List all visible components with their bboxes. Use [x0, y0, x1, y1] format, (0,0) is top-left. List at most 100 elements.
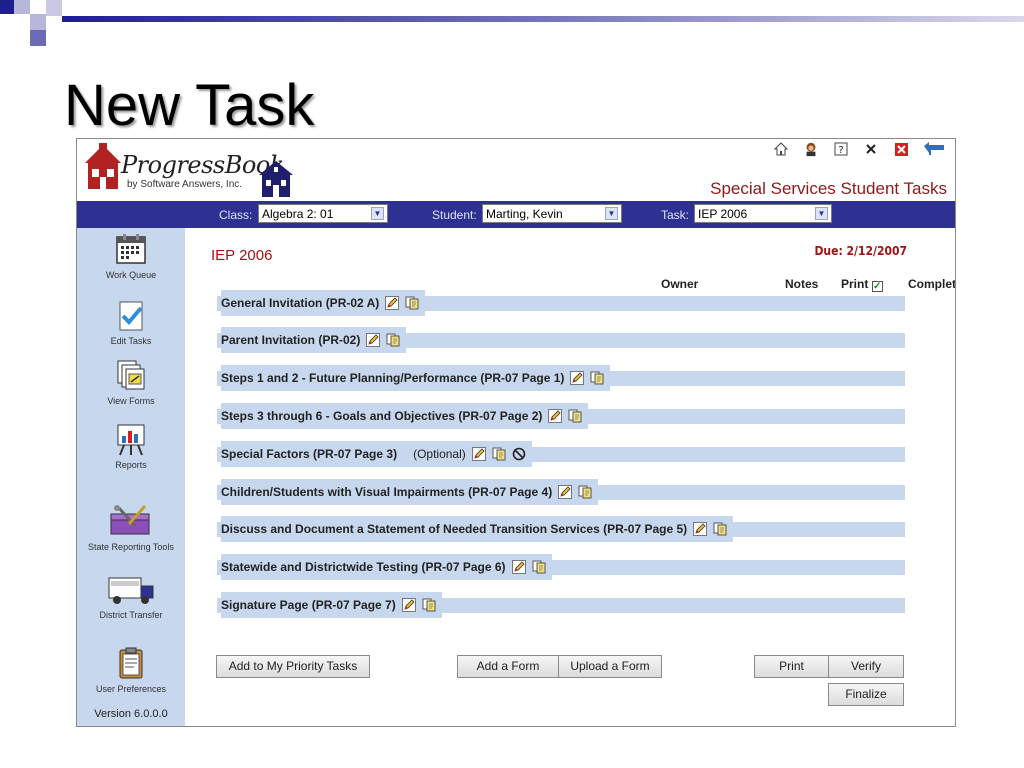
task-row-content: Parent Invitation (PR-02)	[221, 327, 407, 353]
finalize-button[interactable]: Finalize	[828, 683, 904, 706]
add-priority-tasks-button[interactable]: Add to My Priority Tasks	[216, 655, 370, 678]
task-row: Special Factors (PR-07 Page 3) (Optional)	[217, 441, 905, 467]
copy-document-icon[interactable]	[386, 333, 400, 347]
copy-document-icon[interactable]	[492, 447, 506, 461]
class-select[interactable]: Algebra 2: 01 ▼	[258, 204, 388, 223]
close-box-icon[interactable]	[893, 141, 909, 157]
copy-document-icon[interactable]	[532, 560, 546, 574]
task-name[interactable]: Steps 1 and 2 - Future Planning/Performa…	[221, 371, 564, 385]
task-select[interactable]: IEP 2006 ▼	[694, 204, 832, 223]
edit-pencil-icon[interactable]	[511, 560, 526, 574]
edit-pencil-icon[interactable]	[366, 333, 381, 347]
chevron-down-icon: ▼	[371, 207, 384, 220]
column-print: Print ✓	[841, 277, 883, 292]
task-name[interactable]: Statewide and Districtwide Testing (PR-0…	[221, 560, 506, 574]
due-date: Due: 2/12/2007	[814, 244, 907, 258]
task-row-content: Signature Page (PR-07 Page 7)	[221, 592, 442, 618]
column-print-label: Print	[841, 277, 869, 291]
task-row: Children/Students with Visual Impairment…	[217, 479, 905, 505]
back-arrow-icon[interactable]	[923, 141, 945, 157]
sidebar-item-edit-tasks[interactable]: Edit Tasks	[77, 298, 185, 346]
edit-pencil-icon[interactable]	[693, 522, 708, 536]
task-panel: IEP 2006 Due: 2/12/2007 Owner Notes Prin…	[185, 228, 955, 726]
copy-document-icon[interactable]	[713, 522, 727, 536]
optional-label: (Optional)	[413, 447, 466, 461]
student-select-value: Marting, Kevin	[486, 207, 563, 221]
student-select[interactable]: Marting, Kevin ▼	[482, 204, 622, 223]
copy-document-icon[interactable]	[405, 296, 419, 310]
edit-pencil-icon[interactable]	[558, 485, 573, 499]
task-name[interactable]: Steps 3 through 6 - Goals and Objectives…	[221, 409, 542, 423]
edit-pencil-icon[interactable]	[385, 296, 400, 310]
task-row: Signature Page (PR-07 Page 7)	[217, 592, 905, 618]
task-row: Steps 3 through 6 - Goals and Objectives…	[217, 403, 905, 429]
task-name[interactable]: Discuss and Document a Statement of Need…	[221, 522, 687, 536]
calendar-icon	[116, 234, 146, 264]
task-name[interactable]: Signature Page (PR-07 Page 7)	[221, 598, 396, 612]
help-person-icon[interactable]	[803, 141, 819, 157]
sidebar-item-user-preferences[interactable]: User Preferences	[77, 646, 185, 694]
task-title: IEP 2006	[211, 247, 273, 264]
task-name[interactable]: General Invitation (PR-02 A)	[221, 296, 379, 310]
slide-title: New Task	[64, 73, 315, 138]
class-select-value: Algebra 2: 01	[262, 207, 334, 221]
sidebar-item-state-reporting-tools[interactable]: State Reporting Tools	[77, 504, 185, 552]
task-name[interactable]: Children/Students with Visual Impairment…	[221, 485, 552, 499]
sidebar-item-work-queue[interactable]: Work Queue	[77, 232, 185, 280]
copy-document-icon[interactable]	[422, 598, 436, 612]
checkmark-doc-icon	[119, 301, 143, 331]
class-label: Class:	[219, 208, 253, 222]
task-row-content: Steps 3 through 6 - Goals and Objectives…	[221, 403, 589, 429]
print-button[interactable]: Print	[754, 655, 829, 678]
sidebar-item-reports[interactable]: Reports	[77, 422, 185, 470]
column-notes: Notes	[785, 277, 819, 291]
column-completed: Completed?	[908, 277, 956, 291]
task-name[interactable]: Parent Invitation (PR-02)	[221, 333, 360, 347]
sidebar-item-label: District Transfer	[99, 610, 163, 620]
sidebar-item-label: Edit Tasks	[110, 336, 152, 346]
logo-house-icon	[259, 161, 293, 197]
print-all-checkbox[interactable]: ✓	[871, 281, 883, 292]
student-label: Student:	[432, 208, 477, 222]
column-owner: Owner	[661, 277, 699, 291]
forms-icon	[117, 360, 145, 390]
version-label: Version 6.0.0.0	[94, 708, 168, 720]
sidebar-item-label: User Preferences	[95, 684, 167, 694]
task-row: General Invitation (PR-02 A)	[217, 290, 905, 316]
copy-document-icon[interactable]	[578, 485, 592, 499]
logo-subtext: by Software Answers, Inc.	[127, 179, 243, 190]
selection-bar: Class: Algebra 2: 01 ▼ Student: Marting,…	[77, 201, 955, 228]
task-row: Discuss and Document a Statement of Need…	[217, 516, 905, 542]
task-row-content: Discuss and Document a Statement of Need…	[221, 516, 734, 542]
sidebar-item-label: View Forms	[107, 396, 155, 406]
chart-easel-icon	[117, 424, 145, 456]
sidebar-item-label: Reports	[115, 460, 147, 470]
sidebar-item-district-transfer[interactable]: District Transfer	[77, 572, 185, 620]
task-row-content: Steps 1 and 2 - Future Planning/Performa…	[221, 365, 611, 391]
not-applicable-icon[interactable]	[512, 447, 526, 461]
close-x-icon[interactable]	[863, 141, 879, 157]
task-name[interactable]: Special Factors (PR-07 Page 3)	[221, 447, 397, 461]
sidebar: Work Queue Edit Tasks View Forms Reports…	[77, 228, 185, 726]
help-icon[interactable]: ?	[833, 141, 849, 157]
edit-pencil-icon[interactable]	[471, 447, 486, 461]
edit-pencil-icon[interactable]	[401, 598, 416, 612]
task-row: Statewide and Districtwide Testing (PR-0…	[217, 554, 905, 580]
svg-text:?: ?	[838, 145, 843, 156]
copy-document-icon[interactable]	[590, 371, 604, 385]
task-row: Steps 1 and 2 - Future Planning/Performa…	[217, 365, 905, 391]
copy-document-icon[interactable]	[568, 409, 582, 423]
task-row-content: General Invitation (PR-02 A)	[221, 290, 426, 316]
edit-pencil-icon[interactable]	[570, 371, 585, 385]
edit-pencil-icon[interactable]	[548, 409, 563, 423]
add-form-button[interactable]: Add a Form	[457, 655, 559, 678]
header-toolbar: ?	[773, 141, 945, 157]
upload-form-button[interactable]: Upload a Form	[558, 655, 662, 678]
home-icon[interactable]	[773, 141, 789, 157]
clipboard-icon	[119, 647, 143, 679]
verify-button[interactable]: Verify	[828, 655, 904, 678]
app-header: ProgressBook by Software Answers, Inc. ?	[77, 139, 955, 201]
task-label: Task:	[661, 208, 690, 222]
sidebar-item-view-forms[interactable]: View Forms	[77, 358, 185, 406]
task-row: Parent Invitation (PR-02)	[217, 327, 905, 353]
